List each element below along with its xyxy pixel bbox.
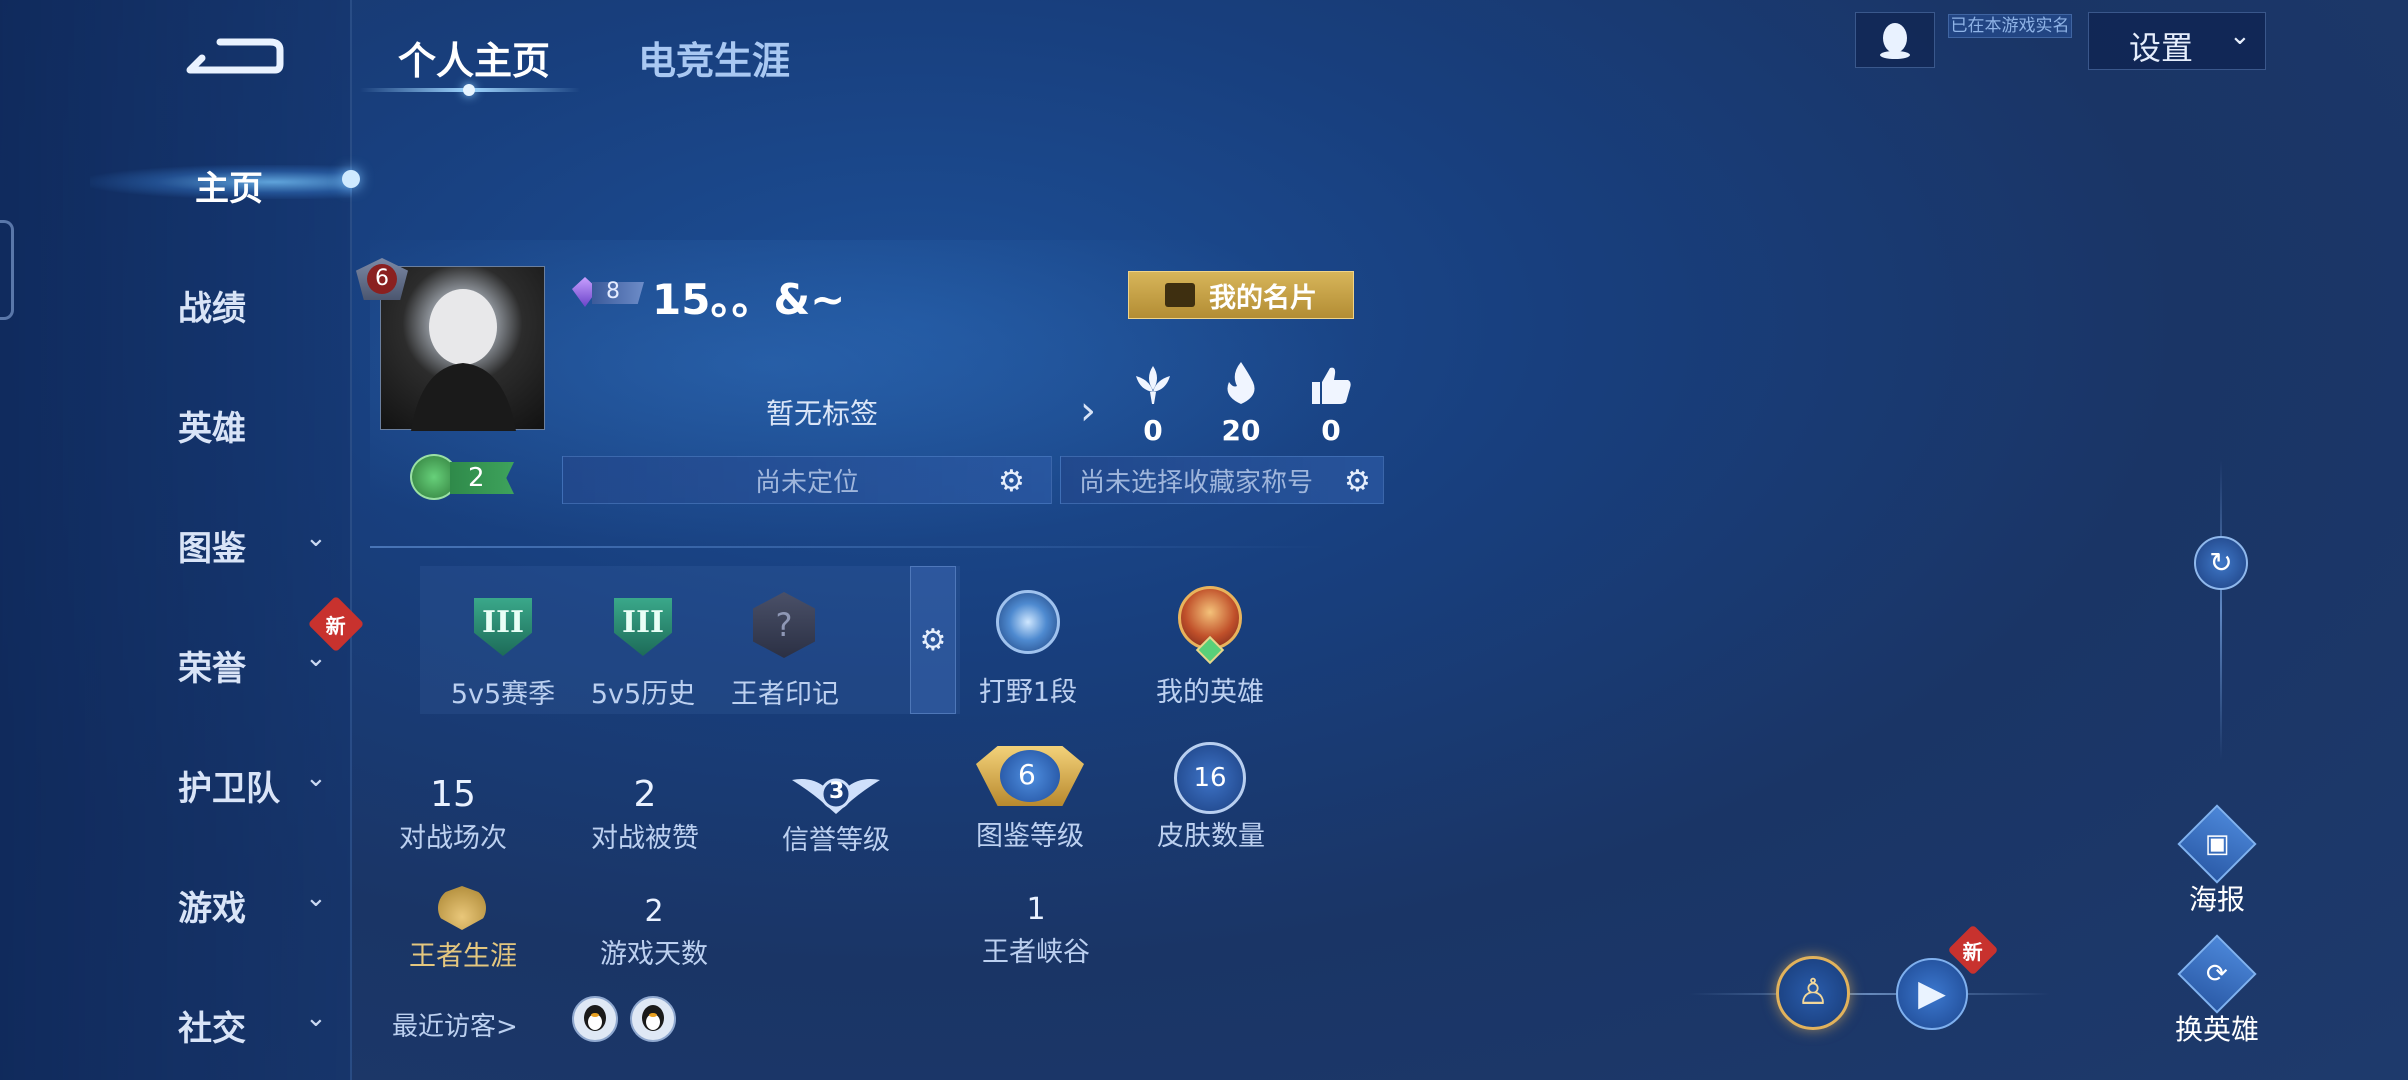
king-career-icon[interactable] — [438, 886, 486, 930]
sidebar-item-label: 图鉴 — [178, 529, 246, 569]
my-card-button[interactable]: 我的名片 — [1128, 271, 1354, 319]
settings-label: 设置 — [2129, 29, 2194, 67]
codex-level-label: 图鉴等级 — [976, 821, 1084, 852]
poster-icon: ▣ — [2177, 804, 2257, 884]
settings-button[interactable]: 设置 ⌄ — [2088, 12, 2266, 70]
skin-count-icon[interactable]: 16 — [1174, 742, 1246, 814]
gear-icon[interactable]: ⚙ — [998, 464, 1025, 499]
thumbs-up-icon — [1306, 362, 1356, 414]
stat-fire-value: 20 — [1221, 414, 1261, 447]
king-career-label: 王者生涯 — [409, 941, 517, 972]
honor-label: 王者印记 — [731, 679, 839, 710]
battle-count-value: 15 — [430, 774, 476, 815]
sidebar-item-label: 游戏 — [178, 889, 246, 929]
game-days-label: 游戏天数 — [600, 939, 708, 970]
switch-hero-button[interactable]: ⟳ 换英雄 — [2162, 934, 2272, 1048]
jungle-icon[interactable] — [996, 590, 1060, 654]
kings-canyon-label: 王者峡谷 — [982, 937, 1090, 968]
sidebar: 主页 战绩 英雄 图鉴 ⌄ 荣誉 ⌄ 新 护卫队 ⌄ 游戏 ⌄ 社交 ⌄ — [0, 0, 365, 1080]
sidebar-item-label: 战绩 — [178, 289, 246, 329]
sidebar-item-label: 主页 — [195, 169, 263, 209]
game-days-value: 2 — [644, 894, 664, 929]
chevron-down-icon: ⌄ — [2229, 21, 2251, 51]
player-nickname: 15。。&~ — [652, 275, 846, 324]
chevron-down-icon: ⌄ — [305, 883, 327, 913]
stat-like-value: 0 — [1321, 414, 1341, 447]
likes-received-value: 2 — [633, 774, 657, 815]
vip-badge: 8 — [570, 274, 646, 310]
honor-label: 打野1段 — [978, 677, 1078, 708]
active-indicator-dot — [342, 170, 360, 188]
play-button[interactable]: ▶ — [1896, 958, 1968, 1030]
chevron-down-icon: ⌄ — [305, 523, 327, 553]
action-line — [1690, 993, 2050, 995]
back-button[interactable] — [180, 30, 290, 80]
likes-received-label: 对战被赞 — [591, 823, 699, 854]
sidebar-item-heroes[interactable]: 英雄 — [0, 385, 352, 455]
sidebar-item-label: 社交 — [178, 1009, 246, 1049]
sidebar-item-home[interactable]: 主页 — [0, 145, 352, 215]
sidebar-item-games[interactable]: 游戏 ⌄ — [0, 865, 352, 935]
star-level-badge[interactable]: 2 — [410, 454, 514, 500]
chevron-down-icon: ⌄ — [305, 643, 327, 673]
rotate-view-icon[interactable]: ↻ — [2194, 536, 2248, 590]
penguin-icon[interactable] — [572, 996, 618, 1042]
scroll-track — [2220, 460, 2222, 760]
sidebar-item-social[interactable]: 社交 ⌄ — [0, 985, 352, 1055]
battle-count-label: 对战场次 — [399, 823, 507, 854]
gear-icon[interactable]: ⚙ — [1344, 464, 1371, 499]
sidebar-item-records[interactable]: 战绩 — [0, 265, 352, 335]
sidebar-item-honors[interactable]: 荣誉 ⌄ — [0, 625, 352, 695]
chevron-right-icon[interactable]: › — [1080, 388, 1096, 434]
tab-esports-career[interactable]: 电竞生涯 — [638, 30, 790, 85]
switch-hero-icon: ⟳ — [2177, 934, 2257, 1014]
avatar-portrait-icon — [411, 289, 516, 431]
sidebar-item-label: 护卫队 — [178, 769, 280, 809]
sidebar-item-guard-team[interactable]: 护卫队 ⌄ — [0, 745, 352, 815]
credit-level-label: 信誉等级 — [782, 825, 890, 856]
stat-lotus-value: 0 — [1143, 414, 1163, 447]
edge-handle[interactable] — [0, 220, 14, 320]
gear-icon: ⚙ — [919, 622, 947, 658]
honor-label: 我的英雄 — [1156, 677, 1264, 708]
tab-personal-home[interactable]: 个人主页 — [398, 30, 550, 85]
realname-tag: 已在本游戏实名 — [1948, 14, 2072, 38]
fire-icon — [1216, 360, 1266, 414]
codex-level-icon[interactable]: 6 — [972, 736, 1088, 820]
sidebar-item-label: 英雄 — [178, 409, 246, 449]
penguin-icon[interactable] — [630, 996, 676, 1042]
lotus-icon — [1128, 362, 1178, 414]
poster-button[interactable]: ▣ 海报 — [2162, 804, 2272, 918]
kings-canyon-value: 1 — [1026, 892, 1046, 927]
avatar[interactable] — [380, 266, 545, 431]
location-slot[interactable]: 尚未定位 — [562, 456, 1052, 504]
chevron-down-icon: ⌄ — [305, 763, 327, 793]
collector-title-slot[interactable]: 尚未选择收藏家称号 — [1060, 456, 1384, 504]
signature-tag[interactable]: 暂无标签 — [766, 392, 878, 432]
chevron-down-icon: ⌄ — [305, 1003, 327, 1033]
penguin-icon — [1880, 23, 1910, 59]
skin-count-label: 皮肤数量 — [1157, 821, 1265, 852]
sidebar-item-label: 荣誉 — [178, 649, 246, 689]
qq-button[interactable] — [1855, 12, 1935, 68]
pose-action-button[interactable]: ♙ — [1776, 956, 1850, 1030]
credit-level-icon[interactable]: 3 — [790, 766, 882, 820]
id-card-icon — [1165, 283, 1195, 307]
tab-active-dot — [463, 84, 475, 96]
star-level-ribbon: 2 — [450, 462, 514, 494]
recent-visitors-link[interactable]: 最近访客> — [392, 1006, 518, 1043]
sidebar-item-codex[interactable]: 图鉴 ⌄ — [0, 505, 352, 575]
back-arrow-icon — [186, 38, 284, 74]
divider — [370, 546, 1330, 548]
